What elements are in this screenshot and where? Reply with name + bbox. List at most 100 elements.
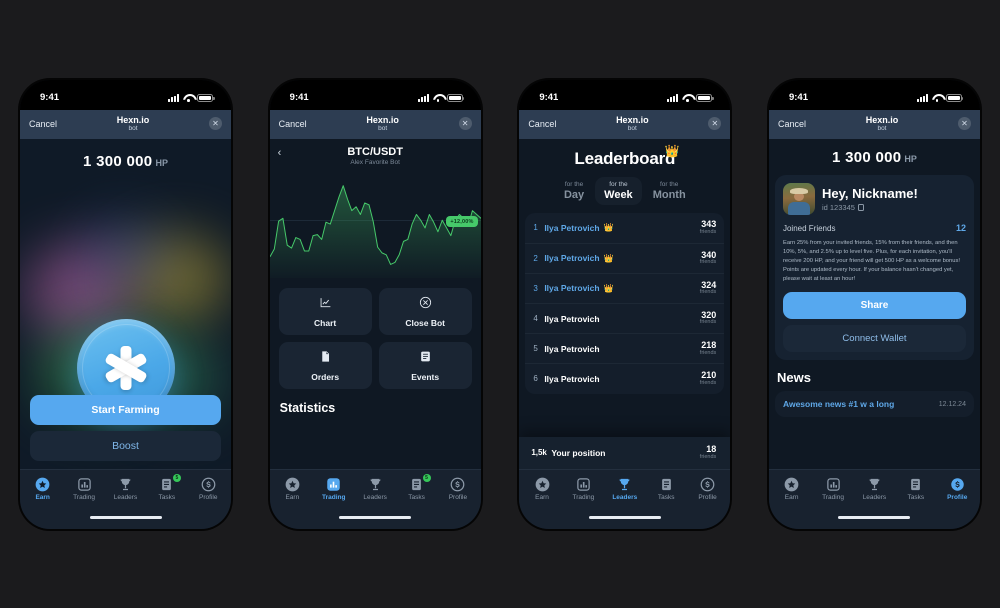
home-indicator [519, 506, 731, 529]
status-bar: 9:41 [768, 79, 980, 110]
news-item[interactable]: Awesome news #1 w a long 12.12.24 [774, 391, 974, 418]
crown-icon: 👑 [664, 144, 680, 159]
crown-icon: 👑 [603, 223, 614, 233]
tab-bar: Earn Trading Leaders Tasks Profile [768, 468, 980, 507]
tab-earn[interactable]: Earn [24, 477, 62, 501]
trophy-icon [118, 477, 133, 492]
crown-icon: 👑 [603, 283, 614, 293]
tab-profile-label: Profile [448, 493, 468, 501]
table-row[interactable]: 1 Ilya Petrovich 👑 343 friends [525, 213, 725, 244]
close-icon[interactable]: ✕ [708, 117, 722, 131]
table-row[interactable]: 4 Ilya Petrovich 320 friends [525, 304, 725, 335]
segment-week-top: for the [609, 181, 628, 189]
tab-earn-label: Earn [285, 493, 300, 501]
tab-trading[interactable]: Trading [65, 477, 103, 501]
star-icon [784, 477, 799, 492]
tab-profile-label: Profile [698, 493, 717, 501]
segment-week[interactable]: for the Week [595, 177, 642, 206]
joined-friends-row: Joined Friends 12 [783, 223, 966, 233]
tab-earn[interactable]: Earn [273, 477, 311, 501]
close-icon[interactable]: ✕ [209, 117, 222, 131]
tab-leaders[interactable]: Leaders [855, 477, 893, 501]
tab-leaders[interactable]: Leaders [106, 477, 144, 501]
tab-trading-label: Trading [572, 493, 595, 501]
tab-earn[interactable]: Earn [523, 477, 561, 501]
price-chart: +12,00% [269, 174, 481, 279]
tab-profile[interactable]: Profile [439, 477, 477, 501]
tab-tasks[interactable]: 5 Tasks [148, 473, 186, 501]
your-position-unit: friends [699, 453, 717, 460]
tab-trading[interactable]: Trading [814, 477, 852, 501]
tab-leaders-label: Leaders [612, 493, 638, 501]
row-rank: 3 [533, 283, 538, 293]
tab-profile[interactable]: Profile [689, 477, 727, 501]
cancel-button[interactable]: Cancel [279, 119, 307, 129]
status-time: 9:41 [539, 92, 559, 103]
segment-day[interactable]: for the Day [555, 177, 593, 205]
user-id-text: id 123345 [821, 203, 855, 213]
boost-button[interactable]: Boost [30, 430, 221, 461]
leaderboard-list: 1 Ilya Petrovich 👑 343 friends 2 Ilya Pet… [525, 213, 725, 394]
wifi-icon [183, 94, 193, 102]
table-row[interactable]: 5 Ilya Petrovich 218 friends [525, 334, 725, 365]
trophy-icon [368, 477, 383, 492]
tab-tasks-label: Tasks [158, 493, 176, 501]
cancel-button[interactable]: Cancel [778, 119, 806, 129]
close-icon[interactable]: ✕ [458, 117, 472, 131]
events-action[interactable]: Events [378, 342, 472, 390]
connect-wallet-button[interactable]: Connect Wallet [782, 325, 966, 353]
home-indicator [20, 506, 231, 529]
phones-row: 9:41 Cancel Hexn.io bot ✕ 1 300 000 HP S… [0, 0, 1000, 608]
nav-title-sub: bot [877, 125, 887, 133]
cancel-button[interactable]: Cancel [528, 119, 556, 129]
share-button[interactable]: Share [782, 292, 966, 320]
wifi-icon [932, 94, 942, 102]
document-icon [319, 350, 332, 368]
row-rank: 2 [533, 253, 538, 263]
row-rank: 1 [533, 223, 538, 233]
chevron-left-icon[interactable]: ‹ [278, 147, 282, 159]
balance-display: 1 300 000 HP [769, 139, 980, 167]
tab-profile[interactable]: Profile [189, 477, 227, 501]
close-icon[interactable]: ✕ [957, 117, 971, 131]
balance-display: 1 300 000 HP [20, 139, 231, 171]
wifi-icon [682, 94, 692, 102]
segment-month[interactable]: for the Month [644, 177, 695, 205]
copy-icon[interactable] [857, 204, 864, 212]
tab-tasks[interactable]: 5 Tasks [398, 473, 436, 501]
start-farming-button[interactable]: Start Farming [30, 394, 221, 425]
your-position-row[interactable]: 1,5k Your position 18 friends [519, 437, 731, 469]
tab-tasks[interactable]: Tasks [897, 477, 935, 501]
tab-leaders[interactable]: Leaders [606, 477, 644, 501]
pair-subtitle: Alex Favorite Bot [350, 159, 400, 167]
tab-trading[interactable]: Trading [564, 477, 602, 501]
table-row[interactable]: 3 Ilya Petrovich 👑 324 friends [525, 274, 725, 304]
tab-tasks[interactable]: Tasks [647, 477, 685, 501]
table-row[interactable]: 2 Ilya Petrovich 👑 340 friends [525, 244, 725, 274]
row-name: Ilya Petrovich [544, 222, 600, 233]
nav-title-sub: bot [128, 125, 138, 133]
tab-profile-label: Profile [199, 493, 218, 501]
tab-earn-label: Earn [535, 493, 549, 501]
orders-label: Orders [311, 372, 340, 383]
pair-title: BTC/USDT [347, 146, 403, 159]
list-box-icon [419, 350, 432, 368]
battery-icon [945, 93, 964, 102]
status-bar: 9:41 [269, 79, 481, 110]
table-row[interactable]: 6 Ilya Petrovich 210 friends [525, 364, 724, 393]
dollar-circle-icon [201, 477, 216, 492]
tab-earn[interactable]: Earn [773, 477, 811, 501]
chart-action[interactable]: Chart [278, 288, 372, 336]
phone-leaderboard: 9:41 Cancel Hexn.io bot ✕ Leaderboard 👑 … [519, 79, 731, 529]
tab-profile[interactable]: Profile [938, 477, 976, 501]
tasks-badge: 5 [422, 473, 431, 482]
bar-chart-icon [576, 477, 591, 492]
cancel-button[interactable]: Cancel [29, 119, 57, 129]
tab-leaders[interactable]: Leaders [356, 477, 394, 501]
signal-bars-icon [667, 93, 679, 102]
orders-action[interactable]: Orders [278, 342, 372, 390]
segment-month-top: for the [659, 181, 679, 189]
tab-trading[interactable]: Trading [315, 477, 353, 501]
close-bot-action[interactable]: Close Bot [378, 288, 472, 336]
referral-text: Earn 25% from your invited friends, 15% … [782, 240, 960, 283]
